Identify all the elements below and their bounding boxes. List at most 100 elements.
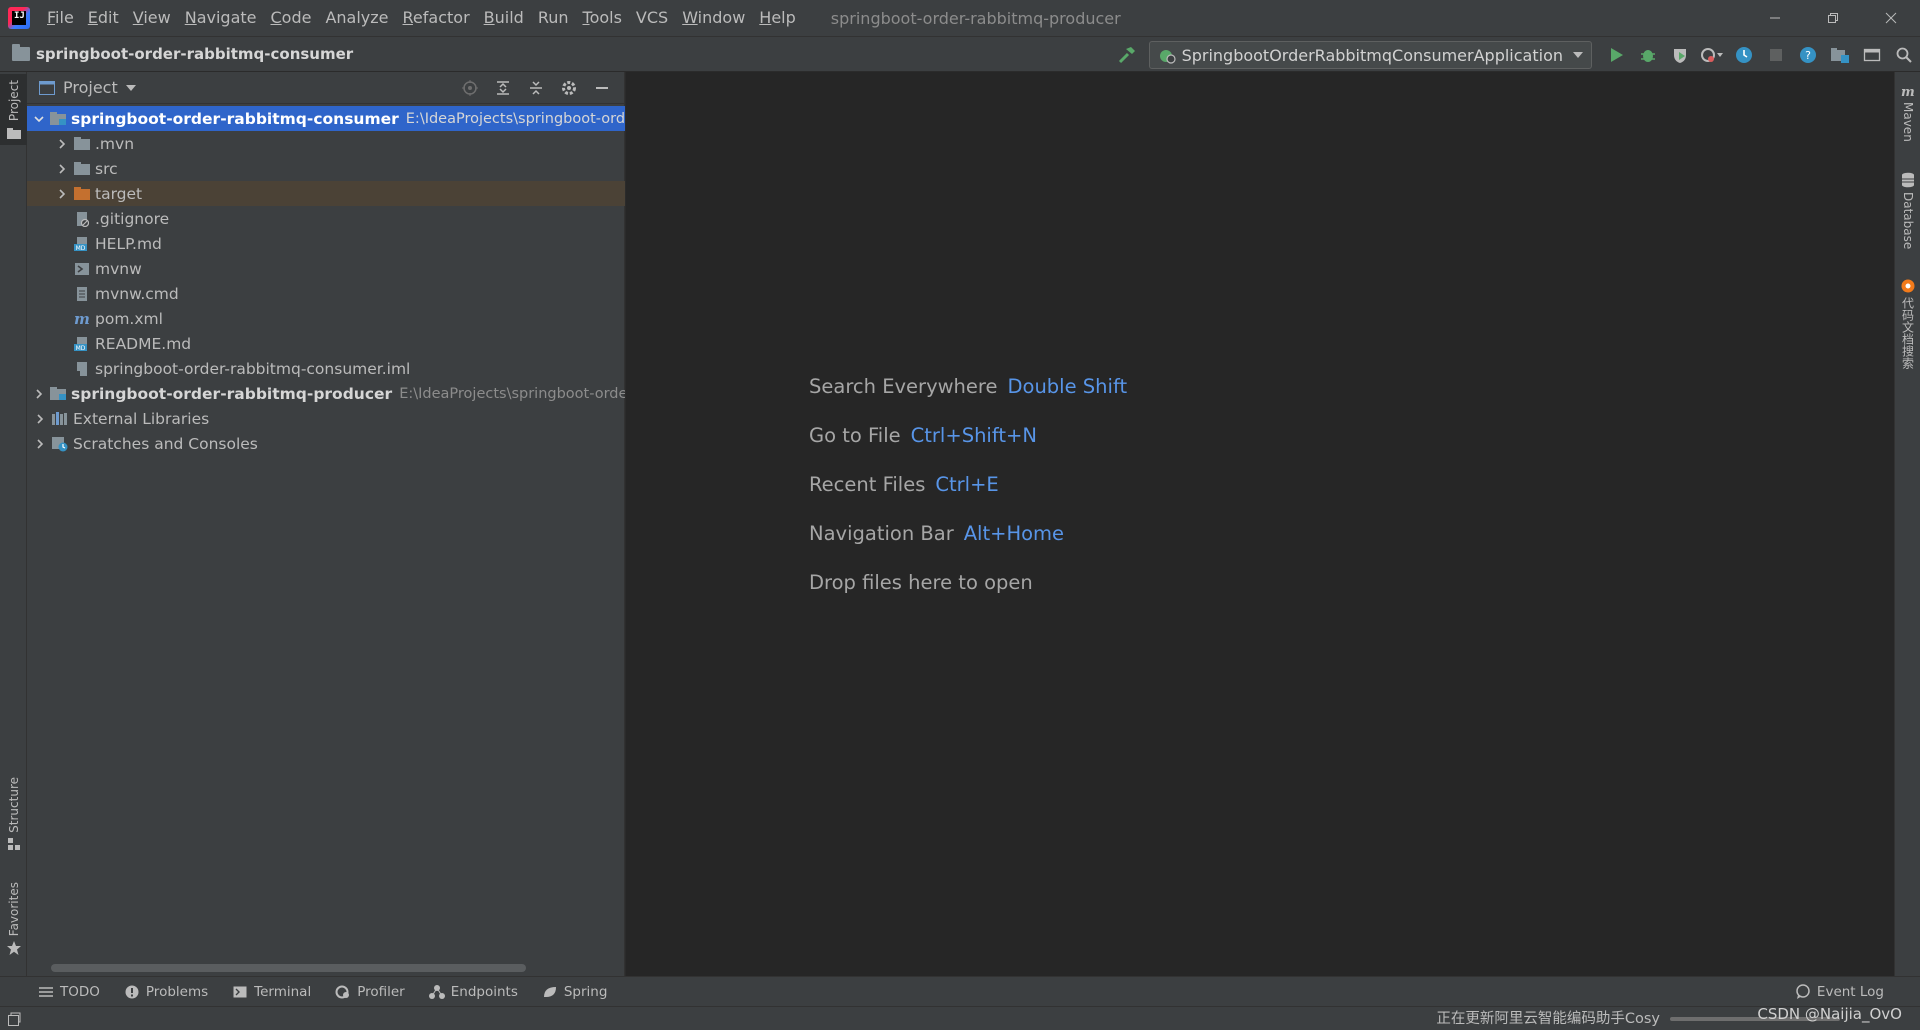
window-title: springboot-order-rabbitmq-producer: [830, 8, 1121, 28]
shortcut-label: Double Shift: [1007, 375, 1128, 398]
chevron-down-icon[interactable]: [125, 84, 136, 92]
menu-vcs[interactable]: VCS: [629, 0, 675, 36]
shortcut-label: Ctrl+Shift+N: [910, 424, 1037, 447]
breadcrumb-project[interactable]: springboot-order-rabbitmq-consumer: [36, 45, 353, 63]
tool-tab-spring[interactable]: Spring: [542, 984, 607, 1000]
hide-panel-button[interactable]: [585, 72, 618, 104]
folder-icon: [12, 44, 30, 61]
presentation-mode-button[interactable]: [1857, 40, 1887, 70]
tool-tab-problems[interactable]: Problems: [124, 984, 208, 1000]
intellij-logo-icon[interactable]: IJ: [8, 7, 30, 29]
navigation-bar: springboot-order-rabbitmq-consumer Sprin…: [0, 36, 1920, 72]
restore-button[interactable]: [1804, 0, 1862, 36]
menu-edit[interactable]: Edit: [81, 0, 126, 36]
tree-node-mvn[interactable]: .mvn: [27, 131, 625, 156]
bug-icon: [1641, 50, 1655, 62]
maven-icon: m: [1901, 85, 1915, 98]
play-icon: [1611, 48, 1623, 62]
tool-tab-profiler[interactable]: Profiler: [335, 984, 405, 1000]
expand-all-icon: [496, 81, 509, 95]
tool-tab-event-log[interactable]: Event Log: [1795, 977, 1884, 1007]
tool-tab-cosy-doc-search[interactable]: 代码文档搜索: [1895, 279, 1920, 369]
bottom-tool-bar: TODO Problems Terminal Profiler Endpoint…: [0, 976, 1920, 1006]
tool-windows-toggle-icon[interactable]: [6, 1011, 22, 1027]
expand-all-button[interactable]: [486, 72, 519, 104]
markdown-file-icon: MD: [73, 236, 91, 252]
menu-code[interactable]: Code: [264, 0, 319, 36]
menu-view[interactable]: View: [126, 0, 178, 36]
chevron-right-icon[interactable]: [33, 412, 47, 426]
build-button[interactable]: [1112, 40, 1142, 70]
tool-tab-favorites[interactable]: Favorites: [0, 882, 27, 956]
editor-area[interactable]: Search Everywhere Double Shift Go to File…: [626, 72, 1894, 976]
hint-drop-files: Drop files here to open: [809, 571, 1033, 594]
run-with-coverage-button[interactable]: [1665, 40, 1695, 70]
collapse-all-button[interactable]: [519, 72, 552, 104]
tool-tab-todo[interactable]: TODO: [38, 984, 100, 1000]
menu-refactor[interactable]: Refactor: [396, 0, 477, 36]
status-bar: 正在更新阿里云智能编码助手Cosy CSDN @Naijia_OvO: [0, 1005, 1920, 1030]
cosy-icon: [1901, 279, 1915, 293]
update-running-app-button[interactable]: [1729, 40, 1759, 70]
menu-help[interactable]: Help: [752, 0, 802, 36]
profile-button[interactable]: [1697, 40, 1727, 70]
panel-settings-button[interactable]: [552, 72, 585, 104]
main-toolbar: SpringbootOrderRabbitmqConsumerApplicati…: [1111, 37, 1920, 73]
chevron-right-icon[interactable]: [55, 162, 69, 176]
search-everywhere-button[interactable]: [1889, 40, 1919, 70]
background-task-status[interactable]: 正在更新阿里云智能编码助手Cosy: [1436, 1007, 1660, 1030]
tree-node-consumer-module[interactable]: springboot-order-rabbitmq-consumer E:\Id…: [27, 106, 625, 131]
tree-node-target[interactable]: target: [27, 181, 625, 206]
tree-node-iml[interactable]: springboot-order-rabbitmq-consumer.iml: [27, 356, 625, 381]
text-file-icon: [73, 286, 91, 302]
run-configuration-select[interactable]: SpringbootOrderRabbitmqConsumerApplicati…: [1148, 41, 1592, 69]
tree-node-help-md[interactable]: MD HELP.md: [27, 231, 625, 256]
project-structure-button[interactable]: [1825, 40, 1855, 70]
folder-icon: [73, 136, 91, 152]
menu-tools[interactable]: Tools: [576, 0, 629, 36]
chevron-right-icon[interactable]: [55, 137, 69, 151]
menu-navigate[interactable]: Navigate: [178, 0, 264, 36]
tree-node-readme-md[interactable]: MD README.md: [27, 331, 625, 356]
tree-node-pom-xml[interactable]: m pom.xml: [27, 306, 625, 331]
database-icon: [1902, 172, 1914, 188]
folder-icon: [73, 161, 91, 177]
menu-analyze[interactable]: Analyze: [318, 0, 395, 36]
horizontal-scrollbar[interactable]: [51, 964, 526, 972]
ignore-file-icon: [73, 211, 91, 227]
tree-node-mvnw[interactable]: mvnw: [27, 256, 625, 281]
menu-run[interactable]: Run: [531, 0, 576, 36]
chevron-down-icon[interactable]: [33, 112, 45, 126]
close-window-button[interactable]: [1862, 0, 1920, 36]
window-controls: [1746, 0, 1920, 36]
select-opened-file-button[interactable]: [453, 72, 486, 104]
tree-node-producer-module[interactable]: springboot-order-rabbitmq-producer E:\Id…: [27, 381, 625, 406]
tree-node-src[interactable]: src: [27, 156, 625, 181]
cosy-assistant-button[interactable]: ?: [1793, 40, 1823, 70]
menu-window[interactable]: Window: [675, 0, 752, 36]
hint-navigation-bar: Navigation Bar Alt+Home: [809, 522, 1065, 545]
tool-tab-endpoints[interactable]: Endpoints: [428, 984, 518, 1000]
tool-tab-project[interactable]: Project: [0, 74, 27, 146]
chevron-right-icon[interactable]: [55, 187, 69, 201]
tree-node-external-libraries[interactable]: External Libraries: [27, 406, 625, 431]
tree-node-mvnw-cmd[interactable]: mvnw.cmd: [27, 281, 625, 306]
menu-file[interactable]: File: [40, 0, 81, 36]
tool-tab-terminal[interactable]: Terminal: [232, 984, 311, 1000]
minimize-button[interactable]: [1746, 0, 1804, 36]
shell-script-icon: [73, 261, 91, 277]
stop-button[interactable]: [1761, 40, 1791, 70]
tree-node-scratches[interactable]: Scratches and Consoles: [27, 431, 625, 456]
excluded-folder-icon: [73, 186, 91, 202]
chevron-right-icon[interactable]: [33, 387, 45, 401]
tree-node-gitignore[interactable]: .gitignore: [27, 206, 625, 231]
project-view-selector[interactable]: Project: [63, 78, 118, 97]
tool-tab-structure[interactable]: Structure: [0, 777, 27, 851]
run-button[interactable]: [1601, 40, 1631, 70]
menu-build[interactable]: Build: [477, 0, 531, 36]
gear-icon: [561, 81, 576, 95]
debug-button[interactable]: [1633, 40, 1663, 70]
tool-tab-maven[interactable]: m Maven: [1895, 84, 1920, 142]
chevron-right-icon[interactable]: [33, 437, 47, 451]
tool-tab-database[interactable]: Database: [1895, 172, 1920, 249]
